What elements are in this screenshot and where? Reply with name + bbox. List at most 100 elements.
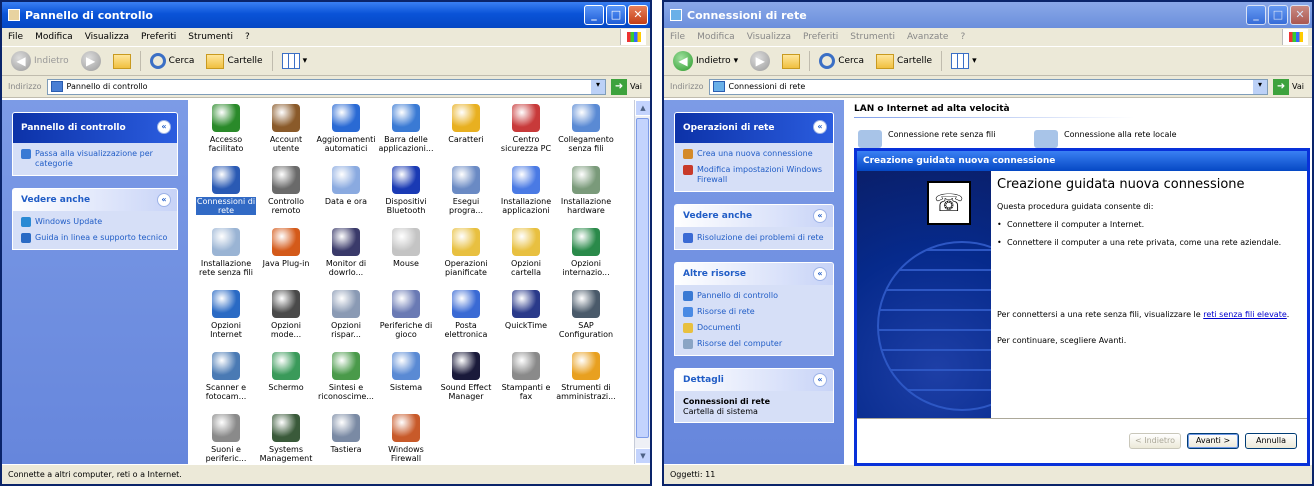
cp-item[interactable]: Opzioni internazio... [556,224,616,286]
firewall-settings-link[interactable]: Modifica impostazioni Windows Firewall [683,165,825,185]
forward-button[interactable]: ▶ [78,49,104,73]
panel-header[interactable]: Vedere anche « [675,205,833,227]
network-places-link[interactable]: Risorse di rete [683,307,825,317]
next-button[interactable]: Avanti > [1187,433,1239,449]
menu-help[interactable]: ? [245,32,250,42]
cp-item[interactable]: Windows Firewall [376,410,436,472]
minimize-button[interactable]: _ [1246,5,1266,25]
cp-item[interactable]: Tastiera [316,410,376,472]
scroll-up-icon[interactable]: ▲ [635,100,650,116]
cp-item[interactable]: Installazione applicazioni [496,162,556,224]
title-bar[interactable]: Connessioni di rete _ □ ✕ [664,2,1312,28]
cp-item[interactable]: Caratteri [436,100,496,162]
menu-preferiti[interactable]: Preferiti [141,32,176,42]
cp-item[interactable]: Sistema [376,348,436,410]
address-input[interactable]: Connessioni di rete ▾ [708,78,1269,95]
cp-item[interactable]: Data e ora [316,162,376,224]
wireless-networks-link[interactable]: reti senza fili elevate [1203,310,1287,319]
collapse-chevron-icon[interactable]: « [157,193,171,207]
up-button[interactable] [110,52,134,71]
cp-item[interactable]: Installazione rete senza fili [196,224,256,286]
cp-item[interactable]: Opzioni rispar... [316,286,376,348]
collapse-chevron-icon[interactable]: « [157,120,171,134]
back-button[interactable]: < Indietro [1129,433,1181,449]
cp-item[interactable]: Java Plug-in [256,224,316,286]
up-button[interactable] [779,52,803,71]
cp-item[interactable]: Strumenti di amministrazi... [556,348,616,410]
title-bar[interactable]: Pannello di controllo _ □ ✕ [2,2,650,28]
back-button[interactable]: ◀ Indietro ▾ [670,49,741,73]
cp-item[interactable]: Opzioni Internet [196,286,256,348]
cp-item[interactable]: Sound Effect Manager [436,348,496,410]
my-computer-link[interactable]: Risorse del computer [683,339,825,349]
maximize-button[interactable]: □ [1268,5,1288,25]
cp-item[interactable]: Mouse [376,224,436,286]
go-button[interactable]: ➜ Vai [1273,78,1312,95]
cp-item[interactable]: Systems Management [256,410,316,472]
menu-help[interactable]: ? [960,32,965,42]
cp-item[interactable]: Scanner e fotocam... [196,348,256,410]
cp-item[interactable]: Aggiornamenti automatici [316,100,376,162]
close-button[interactable]: ✕ [628,5,648,25]
scroll-thumb[interactable] [636,118,649,438]
collapse-chevron-icon[interactable]: « [813,267,827,281]
panel-header[interactable]: Dettagli « [675,369,833,391]
cp-item[interactable]: Account utente [256,100,316,162]
menu-file[interactable]: File [8,32,23,42]
panel-header[interactable]: Operazioni di rete « [675,113,833,143]
address-dropdown-icon[interactable]: ▾ [1253,79,1268,94]
views-button[interactable]: ▾ [948,51,980,71]
menu-modifica[interactable]: Modifica [35,32,73,42]
cp-item[interactable]: SAP Configuration [556,286,616,348]
network-troubleshooter-link[interactable]: Risoluzione dei problemi di rete [683,233,825,243]
address-input[interactable]: Pannello di controllo ▾ [46,78,607,95]
cp-item[interactable]: Opzioni mode... [256,286,316,348]
menu-preferiti[interactable]: Preferiti [803,32,838,42]
address-dropdown-icon[interactable]: ▾ [591,79,606,94]
new-connection-link[interactable]: Crea una nuova connessione [683,149,825,159]
back-button[interactable]: ◀ Indietro [8,49,72,73]
help-support-link[interactable]: Guida in linea e supporto tecnico [21,233,169,243]
cp-item[interactable]: Monitor di dowrlo... [316,224,376,286]
cp-item[interactable]: Stampanti e fax [496,348,556,410]
cp-item[interactable]: Controllo remoto [256,162,316,224]
lan-connection-item[interactable]: Connessione alla rete locale [1034,130,1177,148]
cp-item[interactable]: Centro sicurezza PC [496,100,556,162]
cp-item[interactable]: QuickTime [496,286,556,348]
cp-item[interactable]: Connessioni di rete [196,162,256,224]
wireless-connection-item[interactable]: Connessione rete senza fili [858,130,995,148]
dialog-title-bar[interactable]: Creazione guidata nuova connessione [857,151,1307,171]
search-button[interactable]: Cerca [147,51,198,71]
maximize-button[interactable]: □ [606,5,626,25]
menu-strumenti[interactable]: Strumenti [188,32,233,42]
menu-avanzate[interactable]: Avanzate [907,32,948,42]
menu-modifica[interactable]: Modifica [697,32,735,42]
cp-item[interactable]: Sintesi e riconoscime... [316,348,376,410]
collapse-chevron-icon[interactable]: « [813,120,827,134]
cp-item[interactable]: Accesso facilitato [196,100,256,162]
windows-update-link[interactable]: Windows Update [21,217,169,227]
switch-category-view-link[interactable]: Passa alla visualizzazione per categorie [21,149,169,169]
cp-item[interactable]: Opzioni cartella [496,224,556,286]
vertical-scrollbar[interactable]: ▲ ▼ [634,100,650,464]
forward-button[interactable]: ▶ [747,49,773,73]
close-button[interactable]: ✕ [1290,5,1310,25]
views-button[interactable]: ▾ [279,51,311,71]
collapse-chevron-icon[interactable]: « [813,373,827,387]
panel-header[interactable]: Vedere anche « [13,189,177,211]
minimize-button[interactable]: _ [584,5,604,25]
menu-strumenti[interactable]: Strumenti [850,32,895,42]
menu-visualizza[interactable]: Visualizza [85,32,129,42]
cp-item[interactable]: Periferiche di gioco [376,286,436,348]
cp-item[interactable]: Installazione hardware [556,162,616,224]
cp-item[interactable]: Barra delle applicazioni... [376,100,436,162]
cp-item[interactable]: Suoni e periferic... [196,410,256,472]
menu-file[interactable]: File [670,32,685,42]
panel-header[interactable]: Altre risorse « [675,263,833,285]
search-button[interactable]: Cerca [816,51,867,71]
cancel-button[interactable]: Annulla [1245,433,1297,449]
cp-item[interactable]: Schermo [256,348,316,410]
control-panel-link[interactable]: Pannello di controllo [683,291,825,301]
cp-item[interactable]: Esegui progra... [436,162,496,224]
cp-item[interactable]: Operazioni pianificate [436,224,496,286]
